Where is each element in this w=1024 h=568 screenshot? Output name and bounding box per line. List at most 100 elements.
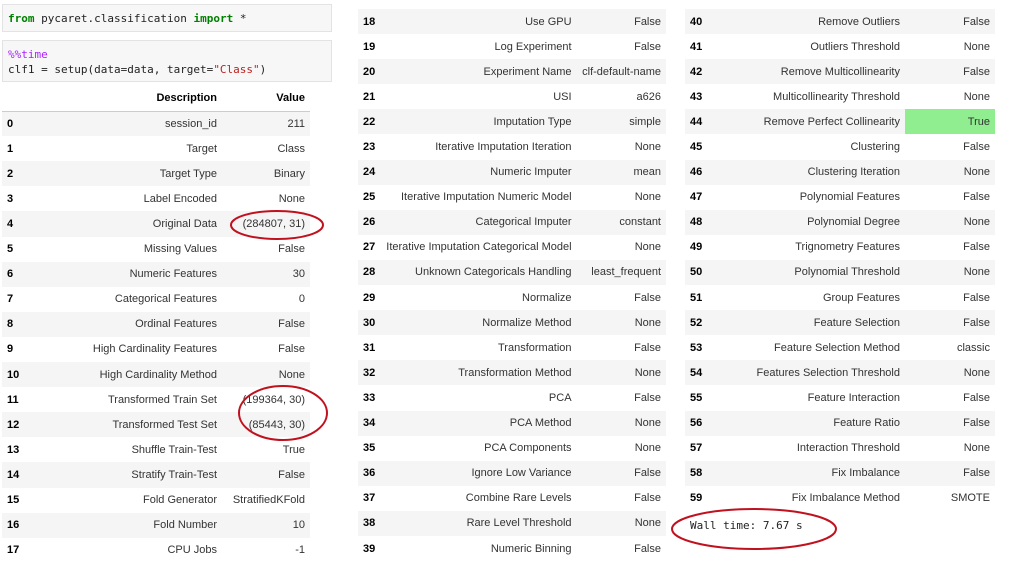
- row-index: 23: [363, 141, 376, 154]
- row-value: False: [278, 343, 305, 356]
- import-star: *: [233, 12, 247, 25]
- row-description: Features Selection Threshold: [756, 366, 901, 379]
- row-description: Normalize: [522, 291, 572, 304]
- row-value: False: [634, 291, 661, 304]
- table-row: 53 Feature Selection Method classic: [685, 335, 995, 361]
- keyword-from: from: [8, 12, 35, 25]
- table-row: 13 Shuffle Train-Test True: [2, 437, 310, 463]
- table-row: 46 Clustering Iteration None: [685, 159, 995, 185]
- table-row: 42 Remove Multicollinearity False: [685, 59, 995, 85]
- row-value: None: [963, 166, 990, 179]
- setup-close: ): [259, 63, 267, 76]
- row-value: False: [634, 542, 661, 555]
- table-row: 41 Outliers Threshold None: [685, 34, 995, 60]
- row-index: 9: [7, 343, 14, 356]
- table-row: 35 PCA Components None: [358, 435, 666, 461]
- table-row: 30 Normalize Method None: [358, 310, 666, 336]
- row-value: None: [634, 442, 661, 455]
- row-value: clf-default-name: [582, 65, 661, 78]
- row-index: 40: [690, 15, 703, 28]
- row-index: 57: [690, 442, 703, 455]
- table-row: 38 Rare Level Threshold None: [358, 510, 666, 536]
- row-value: None: [963, 40, 990, 53]
- row-value: False: [634, 40, 661, 53]
- row-description: Fold Generator: [143, 494, 217, 507]
- row-index: 36: [363, 467, 376, 480]
- row-value: (85443, 30): [248, 418, 305, 431]
- row-value: False: [963, 467, 990, 480]
- row-description: Group Features: [822, 291, 900, 304]
- row-index: 42: [690, 65, 703, 78]
- row-value: None: [278, 368, 305, 381]
- index-header: [2, 86, 42, 112]
- row-description: Feature Selection: [813, 316, 900, 329]
- table-row: 33 PCA False: [358, 385, 666, 411]
- table-row: 55 Feature Interaction False: [685, 385, 995, 411]
- table-row: 36 Ignore Low Variance False: [358, 460, 666, 486]
- module-name: pycaret.classification: [34, 12, 194, 25]
- row-index: 50: [690, 266, 703, 279]
- row-value: None: [278, 192, 305, 205]
- table-row: 3 Label Encoded None: [2, 186, 310, 212]
- row-value: False: [634, 467, 661, 480]
- row-description: Feature Ratio: [833, 417, 900, 430]
- table-row: 17 CPU Jobs -1: [2, 537, 310, 563]
- row-description: High Cardinality Method: [99, 368, 217, 381]
- row-description: Remove Outliers: [818, 15, 900, 28]
- row-value: False: [963, 417, 990, 430]
- row-description: Target: [186, 142, 217, 155]
- row-description: Polynomial Features: [799, 191, 900, 204]
- row-index: 30: [363, 316, 376, 329]
- row-value: None: [634, 191, 661, 204]
- table-row: 22 Imputation Type simple: [358, 109, 666, 135]
- row-value: 10: [292, 519, 305, 532]
- table-row: 14 Stratify Train-Test False: [2, 462, 310, 488]
- row-value: False: [963, 65, 990, 78]
- table-row: 26 Categorical Imputer constant: [358, 209, 666, 235]
- row-index: 3: [7, 192, 14, 205]
- row-value: False: [963, 241, 990, 254]
- row-description: Transformed Test Set: [112, 418, 217, 431]
- row-description: Feature Selection Method: [774, 341, 900, 354]
- row-value: a626: [636, 90, 661, 103]
- row-index: 5: [7, 243, 14, 256]
- row-index: 53: [690, 341, 703, 354]
- table-row: 49 Trignometry Features False: [685, 234, 995, 260]
- row-index: 10: [7, 368, 20, 381]
- row-description: Transformation Method: [458, 366, 572, 379]
- row-description: Rare Level Threshold: [466, 517, 572, 530]
- row-value: SMOTE: [950, 492, 990, 505]
- row-index: 58: [690, 467, 703, 480]
- row-index: 46: [690, 166, 703, 179]
- row-index: 6: [7, 268, 14, 281]
- row-value: None: [634, 316, 661, 329]
- table-row: 15 Fold Generator StratifiedKFold: [2, 487, 310, 513]
- row-value: StratifiedKFold: [232, 494, 305, 507]
- row-description: Remove Perfect Collinearity: [763, 115, 900, 128]
- row-description: Polynomial Threshold: [794, 266, 900, 279]
- row-value: Binary: [273, 167, 305, 180]
- row-index: 17: [7, 544, 20, 557]
- row-description: Shuffle Train-Test: [131, 443, 217, 456]
- row-index: 56: [690, 417, 703, 430]
- table-row: 2 Target Type Binary: [2, 161, 310, 187]
- table-row: 50 Polynomial Threshold None: [685, 259, 995, 286]
- row-index: 43: [690, 90, 703, 103]
- table-row: 11 Transformed Train Set (199364, 30): [2, 387, 310, 413]
- code-cell-setup[interactable]: %%time clf1 = setup(data=data, target="C…: [2, 40, 332, 82]
- row-index: 41: [690, 40, 703, 53]
- table-row: 23 Iterative Imputation Iteration None: [358, 134, 666, 160]
- wall-time-output: Wall time: 7.67 s: [690, 519, 803, 532]
- row-value: None: [963, 266, 990, 279]
- row-index: 34: [363, 417, 376, 430]
- code-cell-import[interactable]: from pycaret.classification import *: [2, 4, 332, 32]
- row-index: 32: [363, 366, 376, 379]
- table-row: 44 Remove Perfect Collinearity True: [685, 109, 995, 135]
- table-row: 32 Transformation Method None: [358, 360, 666, 386]
- table-row: 24 Numeric Imputer mean: [358, 159, 666, 185]
- table-row: 52 Feature Selection False: [685, 310, 995, 336]
- row-description: Use GPU: [525, 15, 572, 28]
- row-value: (199364, 30): [242, 393, 305, 406]
- row-index: 48: [690, 216, 703, 229]
- row-description: High Cardinality Features: [92, 343, 217, 356]
